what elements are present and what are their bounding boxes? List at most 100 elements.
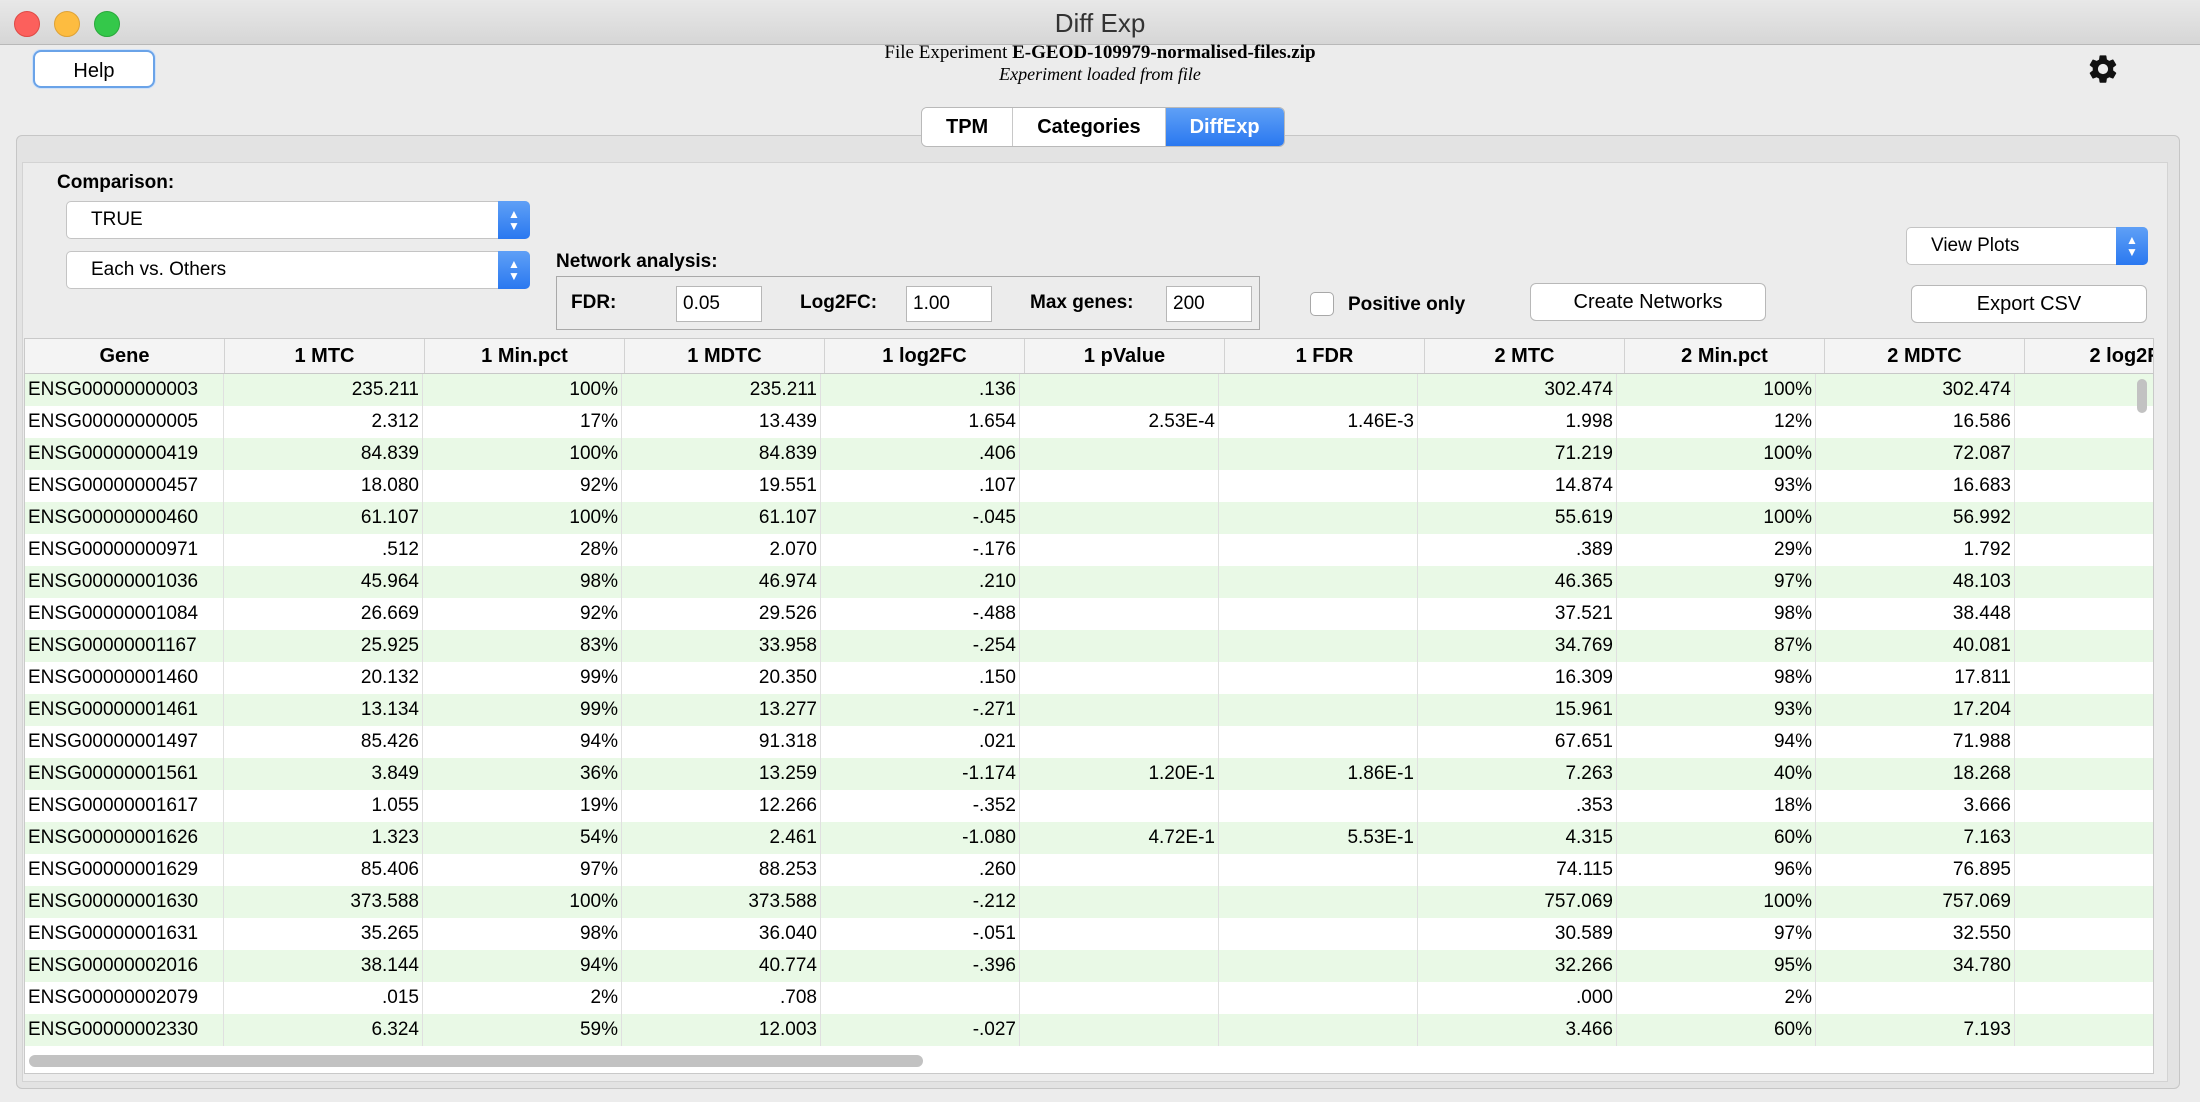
table-cell: 18.268 bbox=[1816, 758, 2015, 790]
table-cell bbox=[2015, 502, 2153, 534]
comparison-label: Comparison: bbox=[57, 172, 175, 193]
table-cell: -.254 bbox=[821, 630, 1020, 662]
gene-cell: ENSG00000001561 bbox=[25, 758, 224, 790]
export-csv-button[interactable]: Export CSV bbox=[1911, 285, 2147, 323]
table-cell bbox=[1219, 374, 1418, 406]
column-header[interactable]: 1 Min.pct bbox=[425, 339, 625, 373]
create-networks-button[interactable]: Create Networks bbox=[1530, 283, 1766, 321]
file-prefix: File Experiment bbox=[884, 42, 1008, 63]
column-header[interactable]: 1 MTC bbox=[225, 339, 425, 373]
table-row[interactable]: ENSG00000000460 61.107 100% 61.107 -.045 55.6… bbox=[25, 502, 2153, 534]
column-header[interactable]: 2 MTC bbox=[1425, 339, 1625, 373]
table-cell: 40.774 bbox=[622, 950, 821, 982]
table-cell: 1.20E-1 bbox=[1020, 758, 1219, 790]
table-cell: 37.521 bbox=[1418, 598, 1617, 630]
table-cell bbox=[1219, 438, 1418, 470]
table-cell: 4.315 bbox=[1418, 822, 1617, 854]
table-row[interactable]: ENSG00000000457 18.080 92% 19.551.107 14.874… bbox=[25, 470, 2153, 502]
file-name: E-GEOD-109979-normalised-files.zip bbox=[1012, 42, 1316, 63]
column-header[interactable]: 1 FDR bbox=[1225, 339, 1425, 373]
table-cell: 56.992 bbox=[1816, 502, 2015, 534]
table-cell: 100% bbox=[423, 438, 622, 470]
table-cell: 60% bbox=[1617, 1014, 1816, 1046]
view-plots-select[interactable]: View Plots ▲ ▼ bbox=[1906, 227, 2148, 265]
table-cell bbox=[2015, 790, 2153, 822]
positive-only-label: Positive only bbox=[1348, 294, 1466, 315]
table-row[interactable]: ENSG00000001167 25.925 83% 33.958 -.254 34.76… bbox=[25, 630, 2153, 662]
table-row[interactable]: ENSG00000002016 38.144 94% 40.774 -.396 32.26… bbox=[25, 950, 2153, 982]
max-genes-input[interactable]: 200 bbox=[1166, 286, 1252, 322]
table-row[interactable]: ENSG00000000005 2.312 17% 13.439 1.654 2.53E-… bbox=[25, 406, 2153, 438]
table-cell bbox=[1219, 950, 1418, 982]
table-cell: 98% bbox=[423, 918, 622, 950]
gene-cell: ENSG00000001167 bbox=[25, 630, 224, 662]
table-cell: 13.134 bbox=[224, 694, 423, 726]
vertical-scrollbar[interactable] bbox=[2137, 379, 2147, 413]
gene-cell: ENSG00000001631 bbox=[25, 918, 224, 950]
table-row[interactable]: ENSG00000001630 373.588 100% 373.588 -.212 75… bbox=[25, 886, 2153, 918]
table-row[interactable]: ENSG00000001036 45.964 98% 46.974.210 46.365… bbox=[25, 566, 2153, 598]
table-cell: 35.265 bbox=[224, 918, 423, 950]
table-cell bbox=[1219, 630, 1418, 662]
table-row[interactable]: ENSG00000001497 85.426 94% 91.318.021 67.651… bbox=[25, 726, 2153, 758]
table-cell: 98% bbox=[1617, 662, 1816, 694]
fdr-input[interactable]: 0.05 bbox=[676, 286, 762, 322]
tab-tpm[interactable]: TPM bbox=[922, 108, 1014, 146]
table-cell bbox=[2015, 374, 2153, 406]
title-bar[interactable]: Diff Exp bbox=[0, 0, 2200, 45]
table-cell bbox=[1020, 566, 1219, 598]
gene-cell: ENSG00000001629 bbox=[25, 854, 224, 886]
app-window: Diff Exp Help File Experiment E-GEOD-109… bbox=[0, 0, 2200, 1102]
column-header[interactable]: 1 pValue bbox=[1025, 339, 1225, 373]
column-header[interactable]: Gene bbox=[25, 339, 225, 373]
comparison-select[interactable]: TRUE ▲ ▼ bbox=[66, 201, 530, 239]
table-cell: 1.323 bbox=[224, 822, 423, 854]
table-row[interactable]: ENSG00000001561 3.849 36% 13.259 -1.174 1.20E… bbox=[25, 758, 2153, 790]
table-cell: 25.925 bbox=[224, 630, 423, 662]
tab-categories[interactable]: Categories bbox=[1013, 108, 1166, 146]
table-cell: 98% bbox=[1617, 598, 1816, 630]
table-cell bbox=[1219, 982, 1418, 1014]
positive-only-checkbox[interactable] bbox=[1310, 292, 1334, 316]
table-cell bbox=[2015, 534, 2153, 566]
table-cell bbox=[1020, 886, 1219, 918]
table-cell: 757.069 bbox=[1418, 886, 1617, 918]
table-row[interactable]: ENSG00000000003 235.211 100% 235.211.136 302… bbox=[25, 374, 2153, 406]
column-header[interactable]: 1 MDTC bbox=[625, 339, 825, 373]
table-cell bbox=[2015, 758, 2153, 790]
table-cell bbox=[1020, 662, 1219, 694]
table-cell: 40.081 bbox=[1816, 630, 2015, 662]
table-row[interactable]: ENSG00000002079.015 2% .708.000 2% bbox=[25, 982, 2153, 1014]
log2fc-input[interactable]: 1.00 bbox=[906, 286, 992, 322]
table-row[interactable]: ENSG00000002330 6.324 59% 12.003 -.027 3.466 6… bbox=[25, 1014, 2153, 1046]
table-row[interactable]: ENSG00000001626 1.323 54% 2.461 -1.080 4.72E-… bbox=[25, 822, 2153, 854]
table-row[interactable]: ENSG00000001617 1.055 19% 12.266 -.352 .353 18… bbox=[25, 790, 2153, 822]
gear-icon[interactable] bbox=[2086, 52, 2120, 86]
column-header[interactable]: 2 Min.pct bbox=[1625, 339, 1825, 373]
table-cell: 93% bbox=[1617, 694, 1816, 726]
column-header[interactable]: 1 log2FC bbox=[825, 339, 1025, 373]
gene-cell: ENSG00000000003 bbox=[25, 374, 224, 406]
table-row[interactable]: ENSG00000001629 85.406 97% 88.253.260 74.115… bbox=[25, 854, 2153, 886]
comparison-mode-select[interactable]: Each vs. Others ▲ ▼ bbox=[66, 251, 530, 289]
tab-diffexp[interactable]: DiffExp bbox=[1165, 108, 1284, 146]
table-row[interactable]: ENSG00000001461 13.134 99% 13.277 -.271 15.96… bbox=[25, 694, 2153, 726]
table-cell bbox=[1020, 950, 1219, 982]
column-header[interactable]: 2 MDTC bbox=[1825, 339, 2025, 373]
horizontal-scrollbar[interactable] bbox=[29, 1055, 923, 1067]
table-row[interactable]: ENSG00000000971.512 28% 2.070 -.176 .389 29% 1… bbox=[25, 534, 2153, 566]
table-row[interactable]: ENSG00000001631 35.265 98% 36.040 -.051 30.58… bbox=[25, 918, 2153, 950]
table-cell bbox=[1020, 374, 1219, 406]
table-cell bbox=[1020, 790, 1219, 822]
table-cell: 302.474 bbox=[1418, 374, 1617, 406]
gene-cell: ENSG00000001630 bbox=[25, 886, 224, 918]
table-row[interactable]: ENSG00000000419 84.839 100% 84.839.406 71.21… bbox=[25, 438, 2153, 470]
chevron-updown-icon: ▲ ▼ bbox=[498, 251, 530, 289]
results-table[interactable]: Gene 1 MTC 1 Min.pct 1 MDTC 1 log2FC 1 pValue… bbox=[24, 338, 2154, 1074]
column-header[interactable]: 2 log2F bbox=[2025, 339, 2153, 373]
table-cell bbox=[2015, 886, 2153, 918]
table-cell: 235.211 bbox=[622, 374, 821, 406]
table-row[interactable]: ENSG00000001460 20.132 99% 20.350.150 16.309… bbox=[25, 662, 2153, 694]
table-row[interactable]: ENSG00000001084 26.669 92% 29.526 -.488 37.52… bbox=[25, 598, 2153, 630]
table-cell: 33.958 bbox=[622, 630, 821, 662]
